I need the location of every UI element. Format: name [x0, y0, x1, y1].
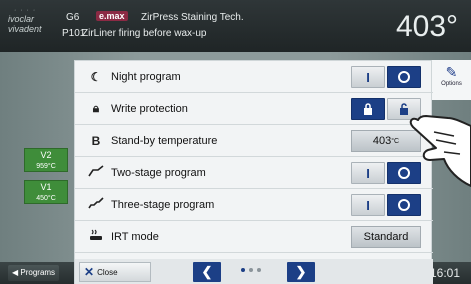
page-indicator: [241, 268, 261, 272]
v2-indicator: V2 959°C: [24, 148, 68, 172]
chevron-left-icon: ❮: [201, 264, 213, 279]
toggle-off-button[interactable]: [387, 194, 421, 216]
page-dot: [249, 268, 253, 272]
program-code: G6: [66, 12, 80, 23]
brand-badge: e.max: [96, 11, 128, 21]
previous-page-button[interactable]: ❮: [193, 262, 221, 282]
moon-icon: ☾: [90, 69, 102, 84]
page-dot: [241, 268, 245, 272]
night-program-toggle: I: [351, 66, 421, 88]
row-write-protection: 🔒︎ Write protection: [75, 93, 433, 125]
header-bar: · · · · · ivoclar vivadent G6 e.max ZirP…: [0, 0, 471, 52]
b-icon: B: [91, 133, 101, 148]
current-temperature: 403°: [396, 10, 459, 43]
options-tab[interactable]: ✎ Options: [432, 60, 471, 100]
lock-on-button[interactable]: [351, 98, 385, 120]
clock: 16:01: [430, 266, 461, 280]
lock-icon: 🔒︎: [92, 101, 100, 115]
three-stage-icon: [85, 197, 107, 212]
row-standby-temperature: B Stand-by temperature 403 °C: [75, 125, 433, 157]
close-button[interactable]: ✕ Close: [79, 262, 151, 282]
settings-dialog: ☾ Night program I 🔒︎ Write protection B …: [74, 60, 433, 284]
dialog-navbar: ✕ Close ❮ ❯: [75, 259, 433, 284]
row-irt-mode: IRT mode Standard: [75, 221, 433, 253]
pointing-hand-illustration: [409, 115, 471, 187]
next-page-button[interactable]: ❯: [287, 262, 315, 282]
toggle-on-button[interactable]: I: [351, 66, 385, 88]
ivoclar-logo: · · · · · ivoclar vivadent: [8, 7, 42, 34]
program-name: ZirLiner firing before wax-up: [82, 28, 207, 39]
row-two-stage: Two-stage program I: [75, 157, 433, 189]
toggle-on-button[interactable]: I: [351, 162, 385, 184]
toggle-off-button[interactable]: [387, 66, 421, 88]
page-dot: [257, 268, 261, 272]
programs-button[interactable]: ◀ Programs: [8, 265, 60, 281]
two-stage-icon: [85, 165, 107, 180]
program-title: ZirPress Staining Tech.: [141, 12, 244, 23]
row-night-program: ☾ Night program I: [75, 61, 433, 93]
toggle-on-button[interactable]: I: [351, 194, 385, 216]
irt-icon: [85, 229, 107, 244]
close-icon: ✕: [84, 265, 95, 279]
three-stage-toggle: I: [351, 194, 421, 216]
pen-icon: ✎: [445, 64, 458, 80]
irt-mode-field[interactable]: Standard: [351, 226, 421, 248]
chevron-right-icon: ❯: [295, 264, 307, 279]
v1-indicator: V1 450°C: [24, 180, 68, 204]
row-three-stage: Three-stage program I: [75, 189, 433, 221]
